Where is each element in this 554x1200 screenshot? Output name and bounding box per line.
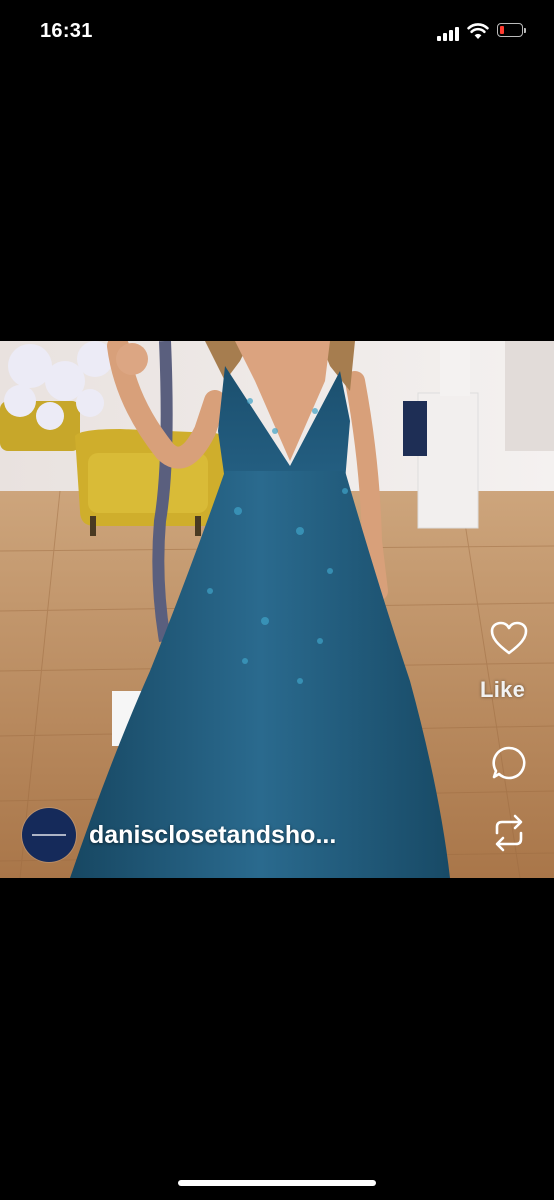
status-bar: 16:31 [0, 0, 554, 66]
like-label: Like [480, 677, 526, 702]
heart-icon [490, 621, 528, 655]
wifi-icon [467, 22, 489, 42]
repost-button[interactable] [464, 811, 554, 855]
home-indicator[interactable] [178, 1180, 376, 1186]
like-button[interactable] [464, 616, 554, 660]
post-media[interactable]: Like danisclosetandsho... [0, 341, 554, 878]
post-actions [464, 341, 554, 878]
low-battery-icon [497, 23, 527, 39]
comment-button[interactable] [464, 741, 554, 785]
cellular-signal-icon [437, 25, 463, 41]
repost-icon [495, 814, 523, 852]
status-time: 16:31 [40, 20, 93, 42]
post-account[interactable]: danisclosetandsho... [22, 807, 336, 863]
avatar[interactable] [22, 808, 76, 862]
username[interactable]: danisclosetandsho... [89, 821, 336, 850]
comment-icon [492, 746, 526, 780]
